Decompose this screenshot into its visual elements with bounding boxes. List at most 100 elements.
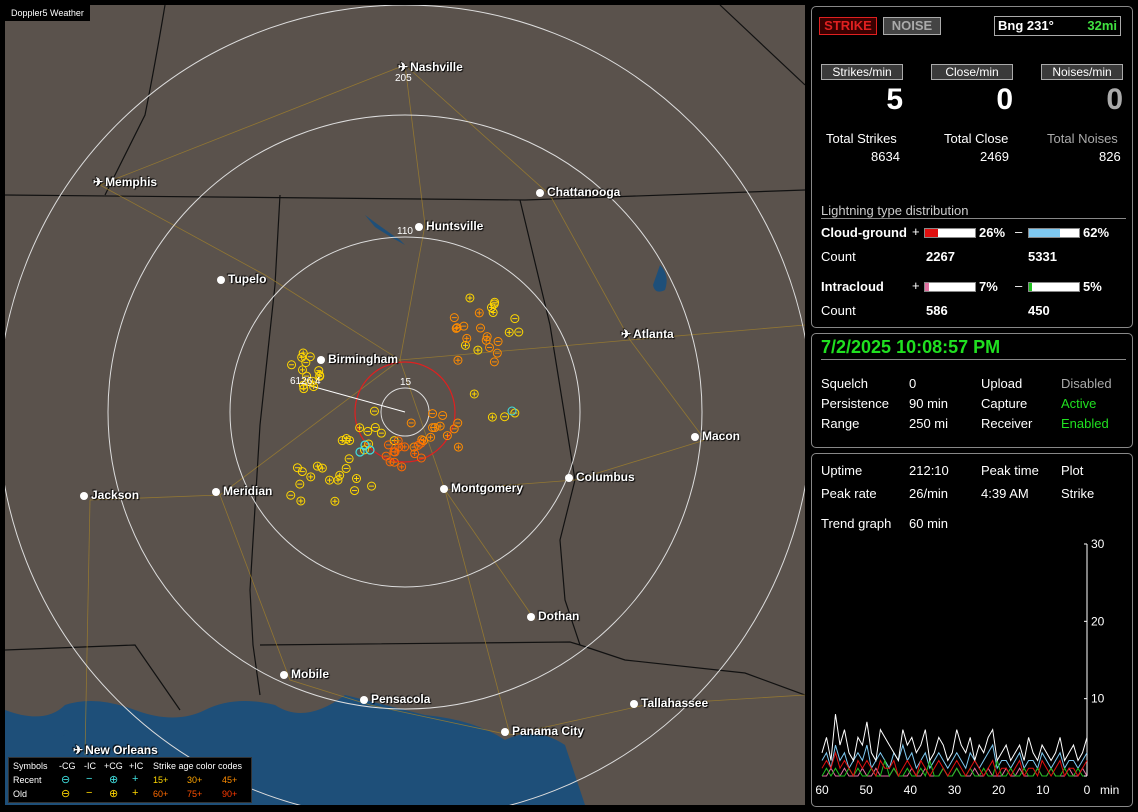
age-recent-3: 45+	[222, 775, 238, 785]
strike-marker-sign	[489, 414, 495, 420]
city-dot-icon	[630, 700, 638, 708]
strike-map[interactable]: Doppler5 Weather ✈ Nashville ✈ Memphis Chatt…	[5, 5, 805, 805]
noises-per-min-value: 0	[1106, 83, 1123, 116]
squelch-value: 0	[909, 376, 917, 391]
x-unit-label: min	[1100, 783, 1119, 797]
cg-negative-bar	[1028, 228, 1080, 238]
recent-pos-cg-icon: ⊕	[109, 774, 119, 786]
noise-button[interactable]: NOISE	[883, 17, 941, 35]
recent-neg-cg-icon: ⊖	[61, 774, 71, 786]
legend-header-neg-ic: -IC	[84, 761, 96, 771]
legend-age-title: Strike age color codes	[153, 761, 243, 771]
plot-value[interactable]: Strike	[1061, 486, 1094, 501]
city-label: ✈ Atlanta	[621, 327, 674, 341]
city-name: Nashville	[410, 60, 463, 74]
peak-time-value: 4:39 AM	[981, 486, 1029, 501]
strike-marker-sign	[332, 498, 338, 504]
age-old-2: 75+	[187, 789, 203, 799]
legend-header-pos-ic: +IC	[129, 761, 144, 771]
range-label: Range	[821, 416, 860, 431]
upload-label: Upload	[981, 376, 1023, 391]
old-neg-cg-icon: ⊖	[61, 788, 71, 800]
y-tick-label: 30	[1091, 537, 1105, 551]
strike-marker-sign	[335, 477, 341, 483]
city-label: Pensacola	[360, 692, 430, 706]
ic-positive-fill	[925, 283, 929, 291]
city-dot-icon	[217, 276, 225, 284]
peak-rate-value: 26/min	[909, 486, 949, 501]
map-canvas	[5, 5, 805, 805]
map-title: Doppler5 Weather	[5, 5, 90, 21]
x-tick-label: 30	[948, 783, 962, 797]
city-dot-icon	[527, 613, 535, 621]
strike-button[interactable]: STRIKE	[819, 17, 877, 35]
city-label: Dothan	[527, 609, 579, 623]
bearing-value: Bng 231°	[998, 18, 1054, 33]
cg-negative-fill	[1029, 229, 1060, 237]
strike-marker-sign	[314, 463, 320, 469]
airport-icon: ✈	[398, 60, 409, 74]
ic-positive-pct: 7%	[979, 279, 998, 294]
city-dot-icon	[501, 728, 509, 736]
city-name: Meridian	[223, 484, 273, 498]
city-name: Panama City	[512, 724, 585, 738]
strikes-per-min-value: 5	[886, 83, 903, 116]
city-dot-icon	[80, 492, 88, 500]
bearing-readout: 6126.4	[290, 376, 321, 387]
ic-plus-sign: +	[912, 278, 920, 293]
x-tick-label: 60	[815, 783, 829, 797]
ic-minus-sign: –	[1015, 278, 1023, 293]
strike-marker-sign	[455, 444, 461, 450]
lake	[653, 265, 667, 292]
cloud-ground-label: Cloud-ground	[821, 225, 907, 240]
strike-marker-sign	[484, 334, 490, 340]
persistence-value: 90 min	[909, 396, 949, 411]
state-borders	[5, 5, 805, 711]
city-label: Jackson	[80, 488, 139, 502]
receiver-value: Enabled	[1061, 416, 1109, 431]
capture-label: Capture	[981, 396, 1028, 411]
strike-marker-sign	[455, 357, 461, 363]
city-dot-icon	[440, 485, 448, 493]
legend-header-neg-cg: -CG	[59, 761, 76, 771]
bearing-line	[299, 382, 406, 413]
bearing-box: Bng 231° 32mi	[994, 16, 1121, 36]
x-tick-label: 0	[1084, 783, 1091, 797]
city-label: Tallahassee	[630, 696, 708, 710]
ic-positive-count: 586	[926, 303, 948, 318]
intracloud-label: Intracloud	[821, 279, 884, 294]
strike-marker-sign	[471, 391, 477, 397]
uptime-label: Uptime	[821, 463, 863, 478]
cg-positive-pct: 26%	[979, 225, 1006, 240]
strike-marker-sign	[476, 310, 482, 316]
distribution-title: Lightning type distribution	[821, 203, 969, 218]
strike-marker-sign	[428, 434, 434, 440]
city-dot-icon	[317, 356, 325, 364]
ic-negative-pct: 5%	[1083, 279, 1102, 294]
x-tick-label: 40	[904, 783, 918, 797]
squelch-label: Squelch	[821, 376, 868, 391]
x-tick-label: 10	[1036, 783, 1050, 797]
cg-negative-count: 5331	[1028, 249, 1057, 264]
strike-marker-sign	[299, 367, 305, 373]
trend-series-line	[821, 758, 1087, 778]
strike-marker-sign	[353, 476, 359, 482]
trend-series	[821, 714, 1088, 778]
city-name: Montgomery	[451, 481, 523, 495]
close-per-min-label: Close/min	[931, 64, 1013, 80]
recent-pos-ic-icon: +	[132, 773, 139, 785]
city-name: Tupelo	[228, 272, 267, 286]
city-label: Macon	[691, 429, 740, 443]
age-recent-2: 30+	[187, 775, 203, 785]
city-name: New Orleans	[85, 743, 158, 757]
cg-negative-pct: 62%	[1083, 225, 1110, 240]
old-neg-ic-icon: −	[86, 787, 93, 799]
total-strikes-value: 8634	[871, 149, 900, 164]
city-label: Chattanooga	[536, 185, 620, 199]
total-close-label: Total Close	[944, 131, 1009, 146]
airport-icon: ✈	[73, 743, 84, 757]
y-tick-label: 20	[1091, 614, 1105, 628]
stats-panel: Uptime 212:10 Peak time Plot Peak rate 2…	[811, 453, 1133, 807]
strike-marker-sign	[490, 310, 496, 316]
cg-minus-sign: –	[1015, 224, 1023, 239]
